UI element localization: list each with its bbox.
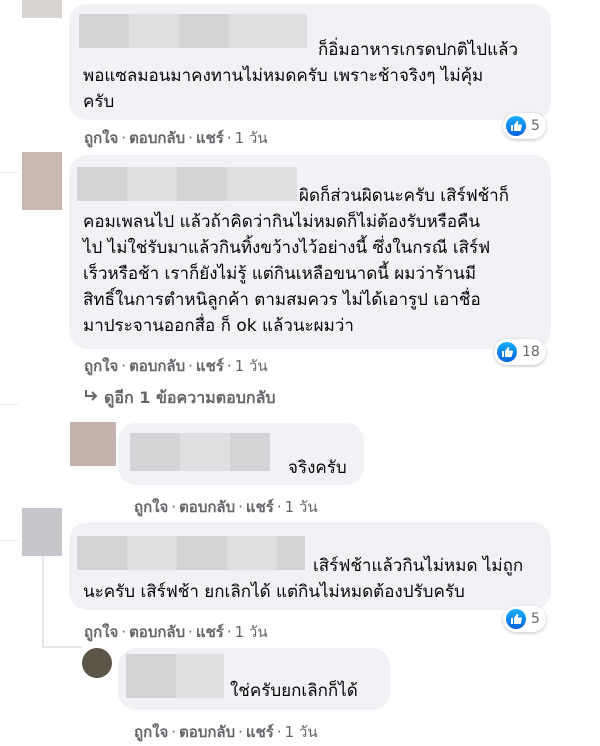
reaction-count[interactable]: 5 <box>503 606 546 632</box>
comment-bubble: ใช่ครับยกเลิกก็ได้ <box>118 648 390 710</box>
reply-link[interactable]: ตอบกลับ <box>129 129 185 147</box>
thread-line <box>42 646 82 648</box>
comment-actions: ถูกใจ · ตอบกลับ · แชร์ · 1 วัน <box>134 498 318 516</box>
comment-bubble: ผิดก็ส่วนผิดนะครับ เสิร์ฟช้าก็ คอมเพลนไป… <box>69 155 551 349</box>
comment-text: ใช่ครับยกเลิกก็ได้ <box>230 681 358 701</box>
comment-text: เสิร์ฟช้าแล้วกินไม่หมด ไม่ถูก นะครับ เสิ… <box>83 556 524 602</box>
view-more-replies-label: ดูอีก 1 ข้อความตอบกลับ <box>104 388 276 407</box>
timestamp[interactable]: 1 วัน <box>285 498 318 516</box>
like-link[interactable]: ถูกใจ <box>84 357 118 375</box>
reaction-number: 18 <box>522 344 540 360</box>
divider <box>0 404 18 405</box>
comment-text: จริงครับ <box>288 458 347 478</box>
reply-link[interactable]: ตอบกลับ <box>129 357 185 375</box>
share-link[interactable]: แชร์ <box>246 498 274 516</box>
comment-actions: ถูกใจ · ตอบกลับ · แชร์ · 1 วัน <box>84 129 268 147</box>
divider <box>0 172 18 173</box>
timestamp[interactable]: 1 วัน <box>235 357 268 375</box>
like-link[interactable]: ถูกใจ <box>134 723 168 741</box>
reaction-number: 5 <box>531 118 540 134</box>
reaction-number: 5 <box>531 611 540 627</box>
like-link[interactable]: ถูกใจ <box>84 129 118 147</box>
comment-bubble: จริงครับ <box>118 423 364 485</box>
like-icon <box>506 116 526 136</box>
share-link[interactable]: แชร์ <box>196 357 224 375</box>
comment-bubble: เสิร์ฟช้าแล้วกินไม่หมด ไม่ถูก นะครับ เสิ… <box>69 522 551 610</box>
view-more-replies[interactable]: ดูอีก 1 ข้อความตอบกลับ <box>84 386 276 411</box>
reply-link[interactable]: ตอบกลับ <box>129 623 185 641</box>
comment-bubble: ก็อิ่มอาหารเกรดปกติไปแล้ว พอแซลมอนมาคงทา… <box>69 4 551 120</box>
timestamp[interactable]: 1 วัน <box>235 129 268 147</box>
comment-text: ก็อิ่มอาหารเกรดปกติไปแล้ว พอแซลมอนมาคงทา… <box>83 40 519 112</box>
avatar[interactable] <box>82 648 112 678</box>
like-link[interactable]: ถูกใจ <box>84 623 118 641</box>
timestamp[interactable]: 1 วัน <box>235 623 268 641</box>
comment-actions: ถูกใจ · ตอบกลับ · แชร์ · 1 วัน <box>84 623 268 641</box>
like-icon <box>506 609 526 629</box>
reply-link[interactable]: ตอบกลับ <box>179 498 235 516</box>
thread-line <box>42 556 44 648</box>
divider <box>0 540 18 541</box>
reply-arrow-icon <box>84 388 104 407</box>
timestamp[interactable]: 1 วัน <box>285 723 318 741</box>
like-link[interactable]: ถูกใจ <box>134 498 168 516</box>
blurred-author-name <box>126 654 224 698</box>
avatar[interactable] <box>70 422 116 466</box>
avatar[interactable] <box>22 508 62 556</box>
comment-text: ผิดก็ส่วนผิดนะครับ เสิร์ฟช้าก็ คอมเพลนไป… <box>83 186 510 336</box>
share-link[interactable]: แชร์ <box>196 129 224 147</box>
share-link[interactable]: แชร์ <box>246 723 274 741</box>
reaction-count[interactable]: 18 <box>494 339 546 365</box>
avatar[interactable] <box>22 0 62 18</box>
blurred-author-name <box>130 433 270 471</box>
avatar[interactable] <box>22 152 62 210</box>
comment-actions: ถูกใจ · ตอบกลับ · แชร์ · 1 วัน <box>134 723 318 741</box>
reaction-count[interactable]: 5 <box>503 113 546 139</box>
reply-link[interactable]: ตอบกลับ <box>179 723 235 741</box>
like-icon <box>497 342 517 362</box>
comment-actions: ถูกใจ · ตอบกลับ · แชร์ · 1 วัน <box>84 357 268 375</box>
share-link[interactable]: แชร์ <box>196 623 224 641</box>
